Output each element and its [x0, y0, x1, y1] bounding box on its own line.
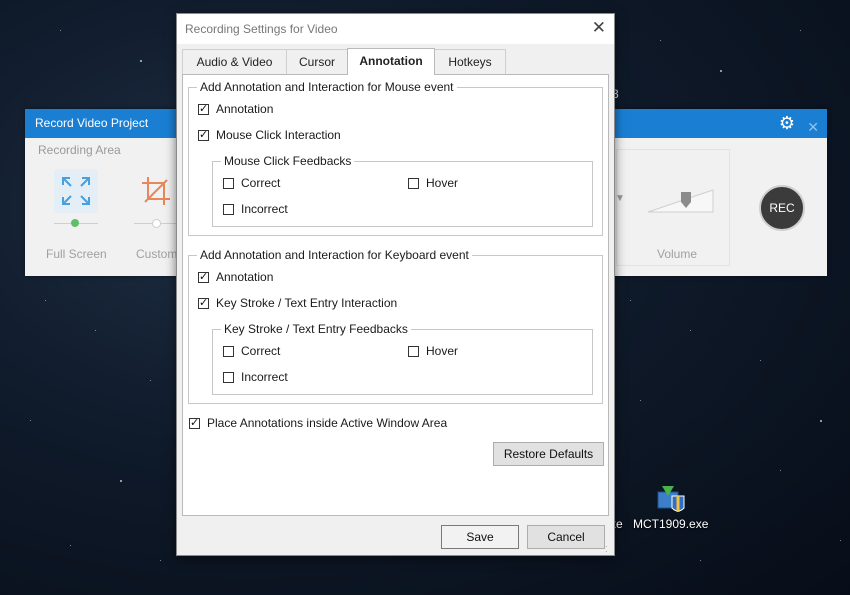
installer-icon[interactable]: [654, 482, 686, 514]
custom-label: Custom: [136, 247, 178, 261]
tab-cursor[interactable]: Cursor: [286, 49, 348, 74]
full-screen-label: Full Screen: [46, 247, 107, 261]
mouse-annotation-checkbox[interactable]: [198, 102, 209, 115]
mouse-click-feedbacks-group: Mouse Click Feedbacks: [212, 155, 593, 227]
tab-audio-video[interactable]: Audio & Video: [182, 49, 287, 74]
restore-defaults-button[interactable]: Restore Defaults: [493, 442, 604, 466]
recording-area-label: Recording Area: [38, 143, 121, 157]
keyboard-feedbacks-title: Key Stroke / Text Entry Feedbacks: [224, 322, 408, 336]
cancel-button[interactable]: Cancel: [527, 525, 605, 549]
full-screen-slider-knob[interactable]: [71, 219, 79, 227]
keyboard-incorrect-checkbox[interactable]: [223, 372, 234, 383]
keyboard-hover-label[interactable]: Hover: [426, 344, 458, 358]
dialog-title-bar: Recording Settings for Video ✕: [177, 14, 614, 44]
key-stroke-feedbacks-group: Key Stroke / Text Entry Feedbacks: [212, 323, 593, 395]
mouse-hover-checkbox[interactable]: [408, 178, 419, 189]
place-annotations-inside-checkbox[interactable]: [189, 416, 200, 429]
fullscreen-icon: [62, 177, 90, 205]
custom-area-option[interactable]: [134, 169, 178, 213]
save-button[interactable]: Save: [441, 525, 519, 549]
custom-slider-knob[interactable]: [152, 219, 161, 228]
project-title: Record Video Project: [35, 116, 149, 130]
mouse-correct-label[interactable]: Correct: [241, 176, 280, 190]
volume-slider-icon[interactable]: [647, 186, 715, 214]
recording-settings-dialog: Recording Settings for Video ✕ Audio & V…: [176, 13, 615, 556]
key-stroke-interaction-checkbox[interactable]: [198, 296, 209, 309]
mouse-annotation-label[interactable]: Annotation: [216, 102, 273, 116]
keyboard-incorrect-label[interactable]: Incorrect: [241, 370, 288, 384]
crop-icon: [142, 177, 170, 205]
tab-hotkeys[interactable]: Hotkeys: [434, 49, 506, 74]
close-icon[interactable]: ✕: [807, 113, 819, 142]
mouse-hover-label[interactable]: Hover: [426, 176, 458, 190]
volume-panel: Volume: [616, 149, 730, 266]
mouse-click-interaction-label[interactable]: Mouse Click Interaction: [216, 128, 341, 142]
gear-icon[interactable]: ⚙: [779, 114, 795, 132]
keyboard-annotation-label[interactable]: Annotation: [216, 270, 273, 284]
desktop-icon-label[interactable]: MCT1909.exe: [633, 517, 708, 531]
annotation-tab-panel: Add Annotation and Interaction for Mouse…: [182, 74, 609, 516]
key-stroke-interaction-label[interactable]: Key Stroke / Text Entry Interaction: [216, 296, 397, 310]
full-screen-option[interactable]: [54, 169, 98, 213]
mouse-group-title: Add Annotation and Interaction for Mouse…: [200, 80, 454, 94]
dropdown-arrow-icon[interactable]: ▼: [615, 193, 625, 204]
mouse-feedbacks-title: Mouse Click Feedbacks: [224, 154, 352, 168]
mouse-click-interaction-checkbox[interactable]: [198, 128, 209, 141]
mouse-incorrect-label[interactable]: Incorrect: [241, 202, 288, 216]
place-annotations-inside-label[interactable]: Place Annotations inside Active Window A…: [207, 416, 447, 430]
keyboard-hover-checkbox[interactable]: [408, 346, 419, 357]
mouse-incorrect-checkbox[interactable]: [223, 204, 234, 215]
close-icon[interactable]: ✕: [592, 18, 606, 38]
keyboard-group-title: Add Annotation and Interaction for Keybo…: [200, 248, 469, 262]
rec-button[interactable]: REC: [759, 185, 805, 231]
dialog-title: Recording Settings for Video: [185, 22, 338, 36]
tab-annotation[interactable]: Annotation: [347, 48, 435, 75]
volume-label: Volume: [657, 247, 698, 261]
keyboard-correct-label[interactable]: Correct: [241, 344, 280, 358]
resize-grip-icon[interactable]: ⁚: [605, 546, 613, 554]
keyboard-correct-checkbox[interactable]: [223, 346, 234, 357]
mouse-correct-checkbox[interactable]: [223, 178, 234, 189]
keyboard-annotation-checkbox[interactable]: [198, 270, 209, 283]
